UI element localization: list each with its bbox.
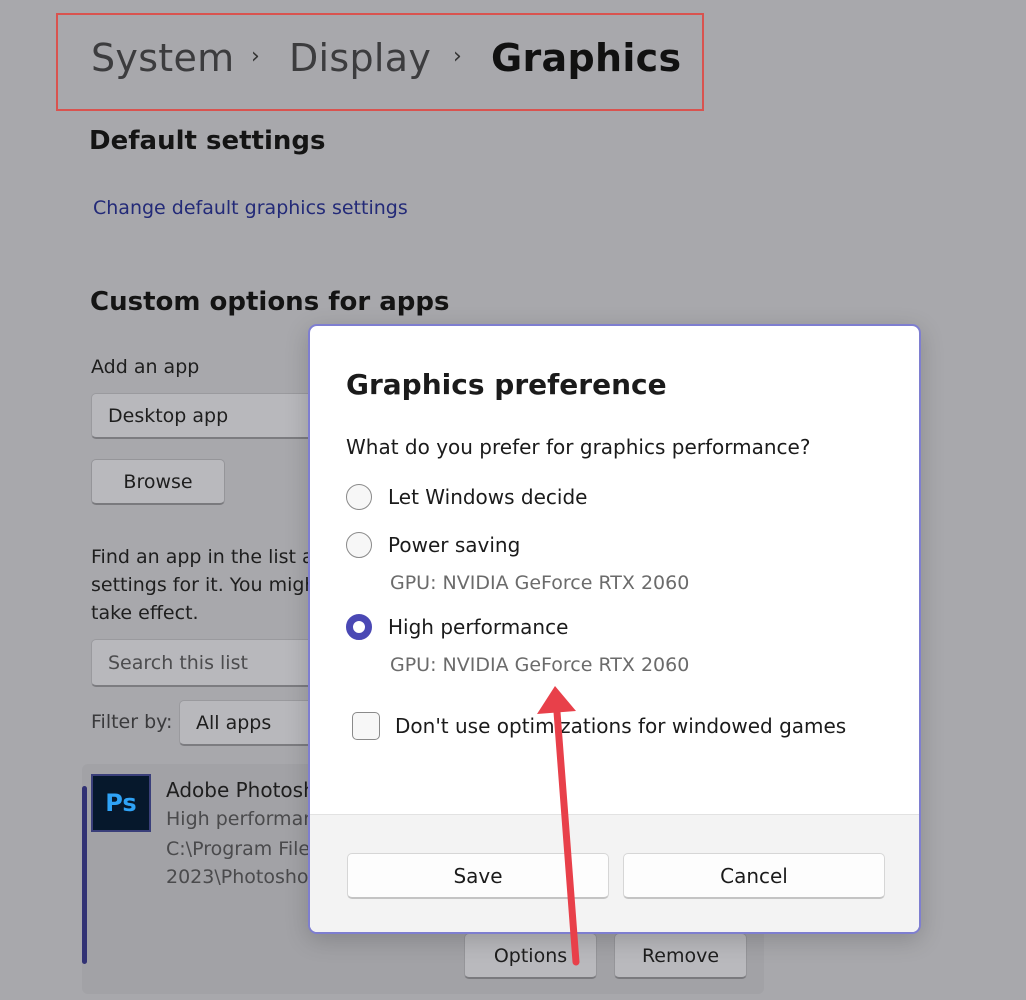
- dialog-question: What do you prefer for graphics performa…: [346, 435, 811, 459]
- app-path-line-2: 2023\Photosho: [166, 866, 309, 888]
- radio-high-performance[interactable]: [346, 614, 372, 640]
- save-button[interactable]: Save: [347, 853, 609, 899]
- search-input[interactable]: Search this list: [91, 639, 331, 687]
- app-preference: High performan: [166, 808, 316, 830]
- chevron-right-icon: ›: [251, 44, 260, 69]
- browse-button[interactable]: Browse: [91, 459, 225, 505]
- save-button-label: Save: [453, 863, 503, 888]
- windowed-games-checkbox[interactable]: [352, 712, 380, 740]
- filter-dropdown[interactable]: All apps: [179, 700, 329, 746]
- app-path-line-1: C:\Program File: [166, 838, 311, 860]
- options-button[interactable]: Options: [464, 933, 597, 979]
- radio-power-saving[interactable]: [346, 532, 372, 558]
- option-label-power-saving[interactable]: Power saving: [388, 533, 520, 557]
- help-text-line-1: Find an app in the list a: [91, 546, 314, 568]
- breadcrumb-item-system[interactable]: System: [91, 36, 235, 80]
- browse-button-label: Browse: [123, 470, 193, 493]
- dialog-footer: Save Cancel: [310, 814, 919, 932]
- option-label-let-windows-decide[interactable]: Let Windows decide: [388, 485, 587, 509]
- custom-options-heading: Custom options for apps: [90, 287, 450, 317]
- graphics-preference-dialog: Graphics preference What do you prefer f…: [308, 324, 921, 934]
- dialog-title: Graphics preference: [346, 368, 667, 401]
- search-placeholder: Search this list: [108, 651, 248, 674]
- help-text-line-2: settings for it. You migh: [91, 574, 317, 596]
- cancel-button-label: Cancel: [720, 863, 788, 888]
- selection-indicator: [82, 786, 87, 964]
- high-performance-gpu: GPU: NVIDIA GeForce RTX 2060: [390, 654, 690, 676]
- breadcrumb-item-display[interactable]: Display: [289, 36, 431, 80]
- windowed-games-label[interactable]: Don't use optimizations for windowed gam…: [395, 714, 846, 738]
- photoshop-app-icon: Ps: [91, 774, 151, 832]
- radio-let-windows-decide[interactable]: [346, 484, 372, 510]
- app-type-value: Desktop app: [108, 404, 229, 427]
- cancel-button[interactable]: Cancel: [623, 853, 885, 899]
- option-label-high-performance[interactable]: High performance: [388, 615, 568, 639]
- power-saving-gpu: GPU: NVIDIA GeForce RTX 2060: [390, 572, 690, 594]
- remove-button-label: Remove: [641, 944, 720, 967]
- filter-value: All apps: [196, 711, 272, 734]
- breadcrumb-item-graphics: Graphics: [491, 36, 682, 80]
- change-default-graphics-link[interactable]: Change default graphics settings: [93, 197, 408, 219]
- filter-label: Filter by:: [91, 711, 173, 733]
- help-text-line-3: take effect.: [91, 602, 199, 624]
- remove-button[interactable]: Remove: [614, 933, 747, 979]
- add-app-label: Add an app: [91, 356, 200, 378]
- app-type-dropdown[interactable]: Desktop app: [91, 393, 331, 439]
- app-name: Adobe Photosh: [166, 778, 316, 802]
- chevron-right-icon: ›: [453, 44, 462, 69]
- options-button-label: Options: [493, 944, 568, 967]
- default-settings-heading: Default settings: [89, 126, 326, 156]
